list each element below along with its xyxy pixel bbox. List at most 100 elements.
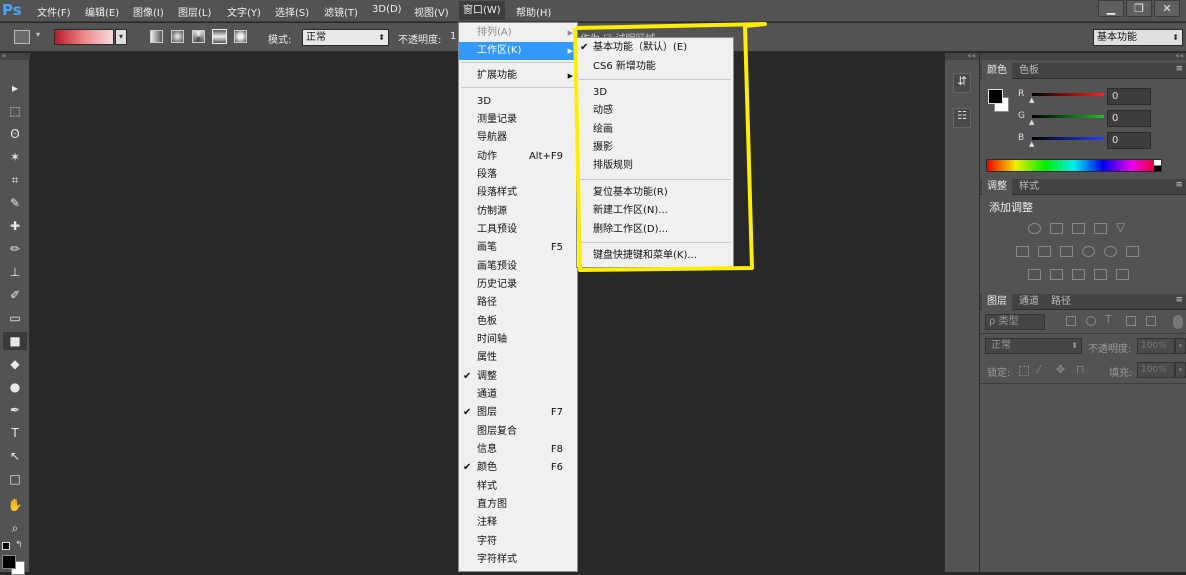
menu-type[interactable]: 文字(Y) [227, 4, 261, 19]
tab-swatches[interactable]: 色板 [1014, 63, 1044, 79]
adjustment-filter-icon[interactable] [1086, 316, 1096, 326]
color-spectrum-bar[interactable] [986, 159, 1162, 172]
lock-all-icon[interactable]: ⊓ [1076, 363, 1085, 376]
lasso-tool-icon[interactable]: ʘ [3, 125, 27, 143]
menu-item-notes[interactable]: 注释 [459, 514, 577, 532]
brightness-icon[interactable] [1028, 223, 1041, 234]
pixel-filter-icon[interactable] [1066, 316, 1076, 326]
menu-help[interactable]: 帮助(H) [516, 4, 551, 19]
default-colors-icon[interactable] [2, 542, 10, 550]
menu-item-layers[interactable]: ✔ 图层 F7 [459, 404, 577, 422]
eyedropper-tool-icon[interactable]: ✎ [3, 194, 27, 212]
diamond-gradient-icon[interactable] [234, 30, 247, 43]
menu-item-paths[interactable]: 路径 [459, 294, 577, 312]
linear-gradient-icon[interactable] [150, 30, 163, 43]
crop-tool-icon[interactable]: ⌗ [3, 171, 27, 189]
menu-item-history[interactable]: 历史记录 [459, 276, 577, 294]
brush-tool-icon[interactable]: ✏ [3, 240, 27, 258]
channel-mixer-icon[interactable] [1104, 246, 1117, 257]
opacity-value[interactable]: 1 [450, 31, 456, 42]
menu-3d[interactable]: 3D(D) [372, 4, 402, 15]
history-brush-tool-icon[interactable]: ✐ [3, 286, 27, 304]
menu-item-adjustments[interactable]: ✔ 调整 [459, 368, 577, 386]
panel-collapse-icon[interactable]: » [0, 53, 30, 60]
selective-color-icon[interactable] [1116, 269, 1129, 280]
layer-opacity-input[interactable]: 100% [1137, 338, 1175, 354]
slider-thumb-icon[interactable]: ▲ [1029, 118, 1034, 126]
channel-g-slider[interactable] [1032, 115, 1104, 118]
healing-brush-tool-icon[interactable]: ✚ [3, 217, 27, 235]
tab-channels[interactable]: 通道 [1014, 294, 1044, 310]
menu-item-info[interactable]: 信息 F8 [459, 441, 577, 459]
pen-tool-icon[interactable]: ✒ [3, 401, 27, 419]
threshold-icon[interactable] [1072, 269, 1085, 280]
panel-collapse-icon[interactable]: «« [945, 53, 979, 60]
menu-layer[interactable]: 图层(L) [178, 4, 211, 19]
gradient-map-icon[interactable] [1094, 269, 1107, 280]
tool-preset-icon[interactable] [14, 30, 30, 44]
menu-item-histogram[interactable]: 直方图 [459, 496, 577, 514]
menu-filter[interactable]: 滤镜(T) [324, 4, 358, 19]
menu-image[interactable]: 图像(I) [133, 4, 164, 19]
type-filter-icon[interactable]: T [1105, 313, 1112, 326]
color-lookup-icon[interactable] [1126, 246, 1139, 257]
channel-b-input[interactable]: 0 [1107, 132, 1151, 149]
tab-styles[interactable]: 样式 [1014, 179, 1044, 195]
lock-transparent-icon[interactable] [1019, 366, 1029, 376]
tab-adjustments[interactable]: 调整 [982, 179, 1012, 195]
clone-stamp-tool-icon[interactable]: ⊥ [3, 263, 27, 281]
type-tool-icon[interactable]: T [3, 424, 27, 442]
menu-item-color[interactable]: ✔ 颜色 F6 [459, 459, 577, 477]
menu-item-properties[interactable]: 属性 [459, 349, 577, 367]
menu-window[interactable]: 窗口(W) [459, 1, 505, 20]
channel-r-input[interactable]: 0 [1107, 88, 1151, 105]
hue-saturation-icon[interactable] [1016, 246, 1029, 257]
zoom-tool-icon[interactable]: ⌕ [3, 519, 27, 537]
restore-icon[interactable]: ❐ [1126, 0, 1152, 17]
fill-input[interactable]: 100% [1137, 362, 1175, 378]
panel-menu-icon[interactable]: ≡ [1175, 64, 1183, 74]
curves-icon[interactable] [1072, 223, 1085, 234]
hand-tool-icon[interactable]: ✋ [3, 496, 27, 514]
panel-menu-icon[interactable]: ≡ [1175, 295, 1183, 305]
close-icon[interactable]: ✕ [1154, 0, 1180, 17]
slider-thumb-icon[interactable]: ▲ [1029, 96, 1034, 104]
exposure-icon[interactable] [1094, 223, 1107, 234]
menu-item-character-styles[interactable]: 字符样式 [459, 551, 577, 569]
channel-b-slider[interactable] [1032, 137, 1104, 140]
menu-select[interactable]: 选择(S) [275, 4, 309, 19]
dodge-tool-icon[interactable]: ● [3, 378, 27, 396]
marquee-tool-icon[interactable]: ⬚ [3, 102, 27, 120]
gradient-preview[interactable] [54, 29, 114, 45]
menu-file[interactable]: 文件(F) [37, 4, 71, 19]
workspace-switcher[interactable]: 基本功能 ⬍ [1093, 29, 1183, 46]
filter-toggle[interactable] [1173, 315, 1183, 329]
rectangle-tool-icon[interactable]: □ [3, 470, 27, 488]
radial-gradient-icon[interactable] [171, 30, 184, 43]
levels-icon[interactable] [1050, 223, 1063, 234]
panel-menu-icon[interactable]: ≡ [1175, 180, 1183, 190]
gradient-tool-icon[interactable]: ■ [3, 332, 27, 350]
menu-item-channels[interactable]: 通道 [459, 386, 577, 404]
color-balance-icon[interactable] [1038, 246, 1051, 257]
tab-paths[interactable]: 路径 [1046, 294, 1076, 310]
tab-color[interactable]: 颜色 [982, 63, 1012, 79]
menu-item-styles[interactable]: 样式 [459, 478, 577, 496]
menu-item-layer-comps[interactable]: 图层复合 [459, 423, 577, 441]
blend-mode-select[interactable]: 正常 ⬍ [985, 338, 1082, 354]
channel-r-slider[interactable] [1032, 93, 1104, 96]
menu-item-timeline[interactable]: 时间轴 [459, 331, 577, 349]
shape-filter-icon[interactable] [1126, 316, 1136, 326]
opacity-chevron-icon[interactable]: ▾ [1175, 338, 1186, 354]
smart-object-filter-icon[interactable] [1146, 316, 1156, 326]
eraser-tool-icon[interactable]: ▭ [3, 309, 27, 327]
posterize-icon[interactable] [1050, 269, 1063, 280]
angle-gradient-icon[interactable] [192, 30, 205, 43]
panel-collapse-icon[interactable]: «« [980, 53, 1186, 60]
history-panel-icon[interactable]: ⇵ [953, 73, 971, 93]
chevron-down-icon[interactable]: ▾ [36, 30, 40, 39]
move-tool-icon[interactable]: ▸ [3, 79, 27, 97]
blur-tool-icon[interactable]: ◆ [3, 355, 27, 373]
invert-icon[interactable] [1028, 269, 1041, 280]
black-white-ramp[interactable] [1154, 160, 1161, 171]
